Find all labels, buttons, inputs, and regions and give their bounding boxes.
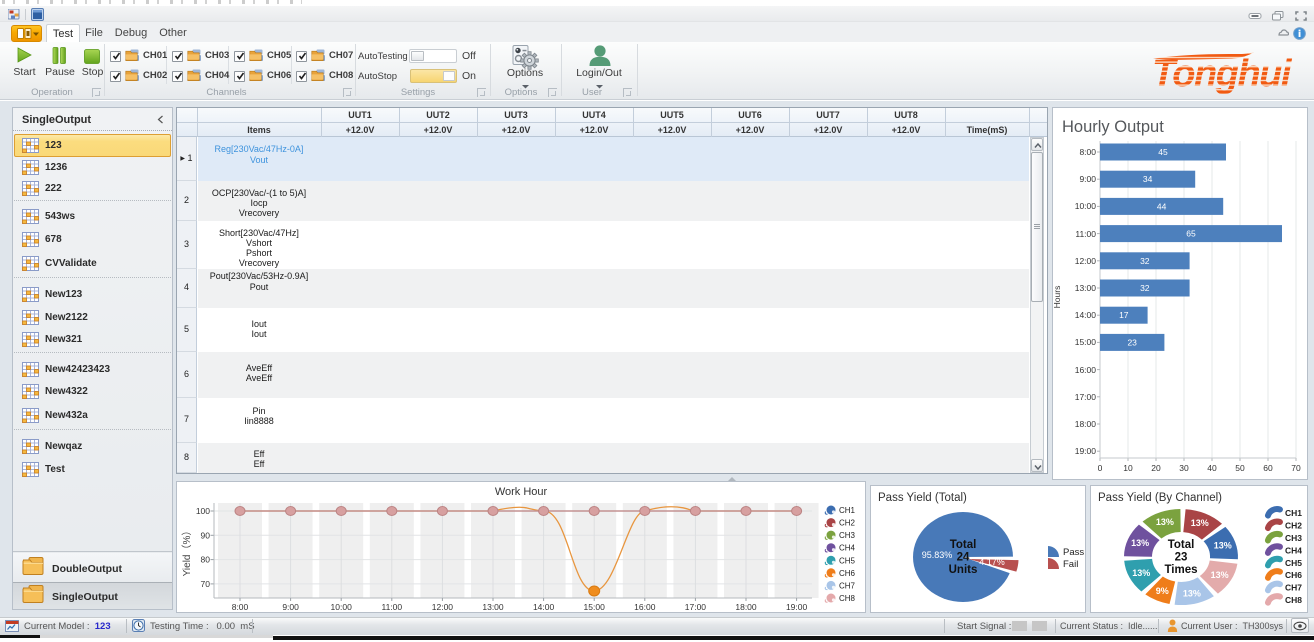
svg-text:Pass: Pass (1063, 547, 1084, 558)
svg-text:Pass Yield (By Channel): Pass Yield (By Channel) (1098, 492, 1222, 504)
svg-text:13%: 13% (1132, 568, 1150, 578)
svg-text:14:00: 14:00 (1075, 310, 1097, 320)
svg-text:100: 100 (196, 506, 210, 516)
svg-text:13%: 13% (1183, 588, 1201, 598)
svg-text:45: 45 (1158, 147, 1168, 157)
svg-text:9:00: 9:00 (282, 602, 299, 612)
svg-text:Yield（%）: Yield（%） (181, 526, 193, 577)
svg-text:CH1: CH1 (839, 506, 856, 515)
svg-text:80: 80 (201, 555, 211, 565)
svg-text:11:00: 11:00 (1075, 229, 1096, 239)
svg-text:CH8: CH8 (839, 594, 856, 603)
svg-text:18:00: 18:00 (1075, 419, 1097, 429)
svg-text:8:00: 8:00 (232, 602, 249, 612)
svg-text:Fail: Fail (1063, 559, 1078, 570)
svg-text:70: 70 (201, 579, 211, 589)
svg-text:CH6: CH6 (839, 569, 856, 578)
svg-text:24: 24 (957, 552, 970, 564)
svg-text:Hours: Hours (1052, 286, 1062, 309)
svg-text:19:00: 19:00 (1075, 446, 1097, 456)
svg-text:CH3: CH3 (839, 531, 856, 540)
svg-text:90: 90 (201, 530, 211, 540)
svg-text:23: 23 (1175, 552, 1188, 564)
svg-text:16:00: 16:00 (1075, 365, 1097, 375)
svg-text:18:00: 18:00 (735, 602, 757, 612)
svg-text:0: 0 (1098, 463, 1103, 473)
svg-text:CH4: CH4 (839, 544, 856, 553)
svg-text:50: 50 (1235, 463, 1245, 473)
svg-text:9:00: 9:00 (1079, 174, 1096, 184)
svg-text:19:00: 19:00 (786, 602, 808, 612)
svg-text:Pass Yield (Total): Pass Yield (Total) (878, 492, 967, 504)
svg-text:Times: Times (1164, 564, 1197, 576)
svg-text:CH5: CH5 (839, 556, 856, 565)
svg-text:CH7: CH7 (839, 581, 856, 590)
svg-text:Units: Units (949, 564, 978, 576)
svg-text:30: 30 (1179, 463, 1189, 473)
svg-text:65: 65 (1186, 229, 1196, 239)
svg-text:12:00: 12:00 (1075, 256, 1097, 266)
svg-text:CH4: CH4 (1285, 545, 1302, 555)
svg-text:CH8: CH8 (1285, 595, 1302, 605)
svg-text:13%: 13% (1156, 517, 1174, 527)
svg-text:10: 10 (1123, 463, 1133, 473)
svg-text:CH2: CH2 (839, 519, 856, 528)
svg-text:13:00: 13:00 (482, 602, 504, 612)
svg-text:Hourly Output: Hourly Output (1062, 118, 1164, 136)
svg-text:CH1: CH1 (1285, 508, 1302, 518)
svg-text:8:00: 8:00 (1079, 147, 1096, 157)
svg-text:13%: 13% (1191, 518, 1209, 528)
svg-text:10:00: 10:00 (331, 602, 353, 612)
svg-text:14:00: 14:00 (533, 602, 555, 612)
svg-text:CH5: CH5 (1285, 558, 1302, 568)
svg-text:60: 60 (1263, 463, 1273, 473)
svg-text:10:00: 10:00 (1075, 201, 1097, 211)
svg-text:13:00: 13:00 (1075, 283, 1097, 293)
svg-text:95.83%: 95.83% (922, 550, 953, 560)
svg-text:CH3: CH3 (1285, 533, 1302, 543)
svg-text:13%: 13% (1131, 538, 1149, 548)
svg-text:15:00: 15:00 (584, 602, 606, 612)
svg-text:11:00: 11:00 (381, 602, 402, 612)
svg-text:Total: Total (950, 539, 977, 551)
svg-text:44: 44 (1157, 201, 1167, 211)
svg-text:17: 17 (1119, 310, 1129, 320)
svg-text:CH6: CH6 (1285, 570, 1302, 580)
svg-text:13%: 13% (1214, 540, 1232, 550)
svg-text:32: 32 (1140, 283, 1150, 293)
svg-text:Work Hour: Work Hour (495, 486, 548, 498)
svg-text:20: 20 (1151, 463, 1161, 473)
svg-text:34: 34 (1143, 174, 1153, 184)
svg-text:17:00: 17:00 (1075, 392, 1097, 402)
svg-text:23: 23 (1127, 337, 1137, 347)
svg-text:13%: 13% (1211, 570, 1229, 580)
svg-text:17:00: 17:00 (685, 602, 707, 612)
svg-text:4.17%: 4.17% (979, 557, 1005, 567)
svg-text:9%: 9% (1156, 586, 1169, 596)
svg-text:32: 32 (1140, 256, 1150, 266)
svg-text:Total: Total (1168, 539, 1195, 551)
svg-text:Tonghui: Tonghui (1152, 53, 1293, 95)
svg-text:40: 40 (1207, 463, 1217, 473)
svg-text:16:00: 16:00 (634, 602, 656, 612)
svg-text:12:00: 12:00 (432, 602, 454, 612)
svg-text:CH7: CH7 (1285, 583, 1302, 593)
svg-text:CH2: CH2 (1285, 521, 1302, 531)
svg-text:15:00: 15:00 (1075, 337, 1097, 347)
svg-text:70: 70 (1291, 463, 1301, 473)
